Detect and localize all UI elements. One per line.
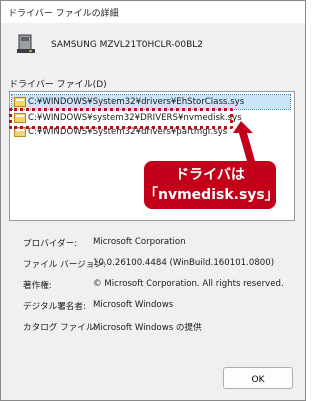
callout-line-2: 「nvmedisk.sys」: [144, 187, 279, 203]
callout-box: ドライバは 「nvmedisk.sys」: [144, 161, 279, 209]
file-icon: [14, 97, 26, 107]
device-name: SAMSUNG MZVL21T0HCLR-00BL2: [51, 40, 204, 50]
provider-value: Microsoft Corporation: [93, 237, 186, 247]
file-version-value: 10.0.26100.4484 (WinBuild.160101.0800): [93, 258, 275, 268]
drive-icon: [17, 34, 35, 53]
ok-button[interactable]: OK: [223, 367, 293, 389]
driver-file-details-dialog: ドライバー ファイルの詳細 SAMSUNG MZVL21T0HCLR-00BL2…: [0, 0, 306, 401]
list-item[interactable]: C:¥WINDOWS¥System32¥drivers¥EhStorClass.…: [11, 94, 291, 110]
file-path: C:¥WINDOWS¥System32¥drivers¥EhStorClass.…: [28, 97, 245, 107]
callout-line-1: ドライバは: [175, 167, 245, 183]
digital-signer-value: Microsoft Windows: [93, 300, 174, 310]
provider-label: プロバイダー:: [23, 239, 78, 249]
catalog-file-label: カタログ ファイル:: [23, 323, 98, 333]
digital-signer-label: デジタル署名者:: [23, 302, 86, 312]
catalog-file-value: Microsoft Windows の提供: [93, 323, 202, 333]
copyright-label: 著作権:: [23, 281, 52, 291]
arrow-icon: [233, 121, 255, 161]
driver-files-label: ドライバー ファイル(D): [9, 80, 107, 90]
window-title: ドライバー ファイルの詳細: [8, 9, 119, 19]
copyright-value: © Microsoft Corporation. All rights rese…: [93, 279, 284, 289]
highlight-box: [9, 108, 233, 129]
title-bar: ドライバー ファイルの詳細: [1, 1, 305, 23]
